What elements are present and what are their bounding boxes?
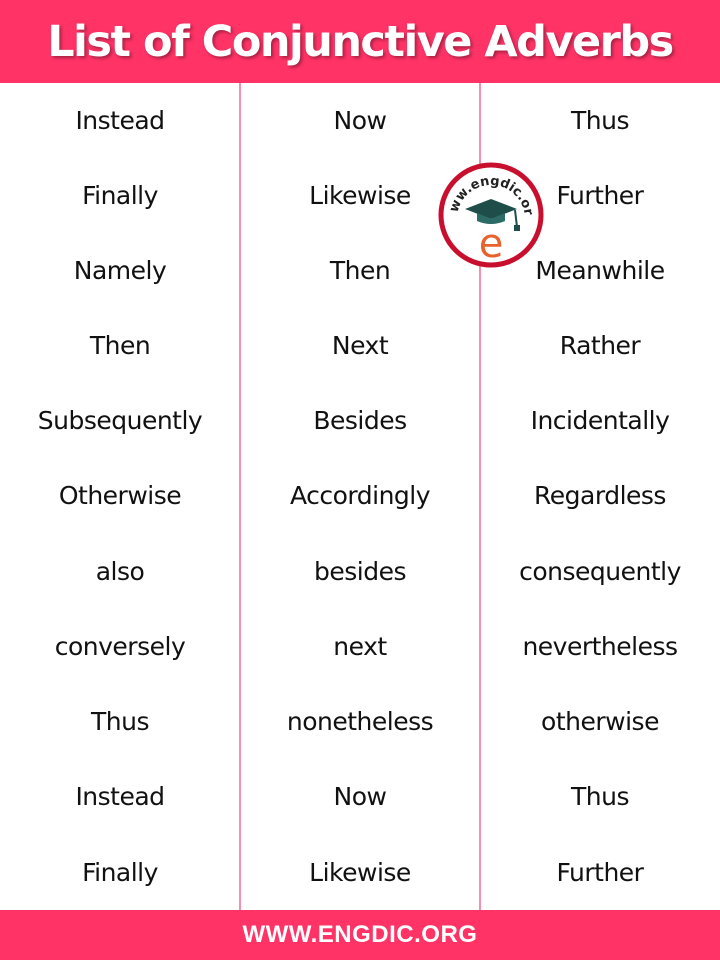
adverb-grid: Instead Finally Namely Then Subsequently… xyxy=(0,83,720,910)
word-cell: consequently xyxy=(519,557,681,586)
word-cell: Now xyxy=(333,782,387,811)
word-cell: nevertheless xyxy=(522,632,678,661)
footer-url: WWW.ENGDIC.ORG xyxy=(242,921,478,948)
word-cell: Thus xyxy=(571,106,630,135)
word-cell: Thus xyxy=(91,707,150,736)
word-cell: Otherwise xyxy=(58,481,182,510)
word-cell: Thus xyxy=(571,782,630,811)
footer-banner: WWW.ENGDIC.ORG xyxy=(0,910,720,960)
word-cell: Finally xyxy=(82,181,158,210)
page-title: List of Conjunctive Adverbs xyxy=(47,16,674,67)
word-cell: Regardless xyxy=(534,481,666,510)
word-cell: otherwise xyxy=(541,707,659,736)
word-cell: Next xyxy=(331,331,389,360)
word-cell: Accordingly xyxy=(289,481,431,510)
svg-text:e: e xyxy=(479,221,504,267)
word-cell: conversely xyxy=(54,632,186,661)
word-cell: Incidentally xyxy=(530,406,670,435)
word-cell: Now xyxy=(333,106,387,135)
word-cell: besides xyxy=(314,557,407,586)
word-cell: Namely xyxy=(73,256,167,285)
graduation-cap-e-logo-icon: www.engdic.org e xyxy=(431,150,544,268)
word-cell: nonetheless xyxy=(286,707,434,736)
word-cell: Instead xyxy=(75,782,165,811)
word-cell: next xyxy=(333,632,387,661)
engdic-logo: www.engdic.org e xyxy=(431,150,545,269)
column-1: Instead Finally Namely Then Subsequently… xyxy=(0,83,240,910)
word-cell: Then xyxy=(89,331,151,360)
word-cell: Besides xyxy=(313,406,407,435)
word-cell: Likewise xyxy=(309,858,411,887)
word-cell: Rather xyxy=(559,331,641,360)
word-cell: Further xyxy=(556,858,644,887)
header-banner: List of Conjunctive Adverbs xyxy=(0,0,720,83)
word-cell: also xyxy=(95,557,145,586)
word-cell: Subsequently xyxy=(37,406,203,435)
word-cell: Instead xyxy=(75,106,165,135)
word-cell: Finally xyxy=(82,858,158,887)
